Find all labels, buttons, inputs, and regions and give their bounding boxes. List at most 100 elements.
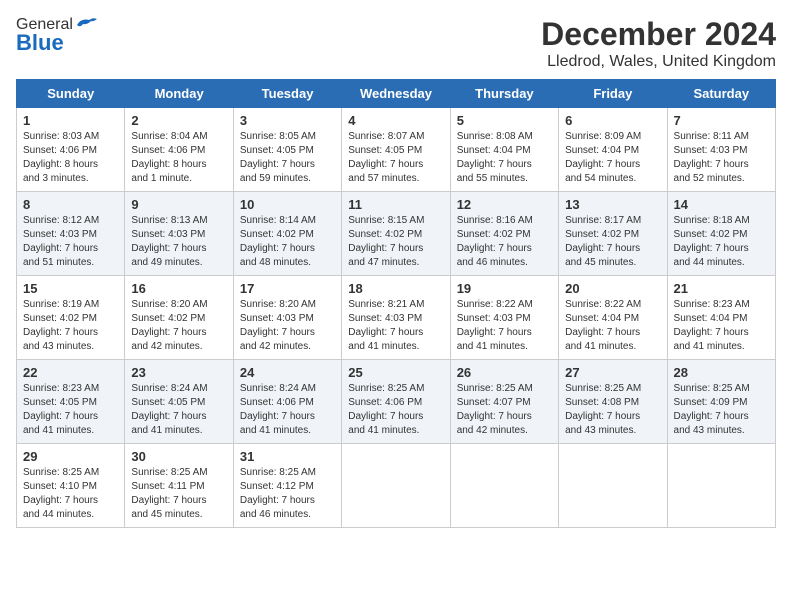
calendar-cell: 22Sunrise: 8:23 AM Sunset: 4:05 PM Dayli… <box>17 360 125 444</box>
calendar-header-saturday: Saturday <box>667 80 775 108</box>
page-title: December 2024 <box>541 16 776 53</box>
day-detail: Sunrise: 8:20 AM Sunset: 4:02 PM Dayligh… <box>131 298 226 354</box>
calendar-cell: 10Sunrise: 8:14 AM Sunset: 4:02 PM Dayli… <box>233 192 341 276</box>
logo: General Blue <box>16 16 97 56</box>
calendar-cell: 21Sunrise: 8:23 AM Sunset: 4:04 PM Dayli… <box>667 276 775 360</box>
day-detail: Sunrise: 8:16 AM Sunset: 4:02 PM Dayligh… <box>457 214 552 270</box>
day-detail: Sunrise: 8:23 AM Sunset: 4:05 PM Dayligh… <box>23 382 118 438</box>
day-number: 12 <box>457 197 552 212</box>
day-detail: Sunrise: 8:22 AM Sunset: 4:03 PM Dayligh… <box>457 298 552 354</box>
day-number: 3 <box>240 113 335 128</box>
day-detail: Sunrise: 8:22 AM Sunset: 4:04 PM Dayligh… <box>565 298 660 354</box>
calendar-cell: 5Sunrise: 8:08 AM Sunset: 4:04 PM Daylig… <box>450 108 558 192</box>
day-detail: Sunrise: 8:24 AM Sunset: 4:05 PM Dayligh… <box>131 382 226 438</box>
calendar-cell: 20Sunrise: 8:22 AM Sunset: 4:04 PM Dayli… <box>559 276 667 360</box>
day-number: 26 <box>457 365 552 380</box>
day-number: 7 <box>674 113 769 128</box>
day-number: 2 <box>131 113 226 128</box>
day-number: 17 <box>240 281 335 296</box>
logo-blue-text: Blue <box>16 30 64 56</box>
calendar-header-row: SundayMondayTuesdayWednesdayThursdayFrid… <box>17 80 776 108</box>
day-detail: Sunrise: 8:12 AM Sunset: 4:03 PM Dayligh… <box>23 214 118 270</box>
calendar-cell: 2 Sunrise: 8:04 AM Sunset: 4:06 PM Daylig… <box>125 108 233 192</box>
day-detail: Sunrise: 8:25 AM Sunset: 4:11 PM Dayligh… <box>131 466 226 522</box>
calendar-cell: 1 Sunrise: 8:03 AM Sunset: 4:06 PM Daylig… <box>17 108 125 192</box>
calendar-cell <box>450 444 558 528</box>
calendar-cell: 26 Sunrise: 8:25 AM Sunset: 4:07 PM Dayli… <box>450 360 558 444</box>
calendar-cell: 30 Sunrise: 8:25 AM Sunset: 4:11 PM Dayli… <box>125 444 233 528</box>
calendar-cell: 27 Sunrise: 8:25 AM Sunset: 4:08 PM Dayli… <box>559 360 667 444</box>
day-number: 18 <box>348 281 443 296</box>
day-detail: Sunrise: 8:15 AM Sunset: 4:02 PM Dayligh… <box>348 214 443 270</box>
day-detail: Sunrise: 8:25 AM Sunset: 4:07 PM Dayligh… <box>457 382 552 438</box>
calendar-cell: 24 Sunrise: 8:24 AM Sunset: 4:06 PM Dayli… <box>233 360 341 444</box>
calendar-cell: 4 Sunrise: 8:07 AM Sunset: 4:05 PM Daylig… <box>342 108 450 192</box>
day-number: 11 <box>348 197 443 212</box>
day-detail: Sunrise: 8:25 AM Sunset: 4:08 PM Dayligh… <box>565 382 660 438</box>
calendar-header-tuesday: Tuesday <box>233 80 341 108</box>
day-detail: Sunrise: 8:03 AM Sunset: 4:06 PM Dayligh… <box>23 130 118 186</box>
calendar-cell: 7 Sunrise: 8:11 AM Sunset: 4:03 PM Daylig… <box>667 108 775 192</box>
day-detail: Sunrise: 8:19 AM Sunset: 4:02 PM Dayligh… <box>23 298 118 354</box>
day-number: 29 <box>23 449 118 464</box>
calendar-header-thursday: Thursday <box>450 80 558 108</box>
calendar-cell: 11 Sunrise: 8:15 AM Sunset: 4:02 PM Dayli… <box>342 192 450 276</box>
calendar-cell: 16Sunrise: 8:20 AM Sunset: 4:02 PM Dayli… <box>125 276 233 360</box>
day-detail: Sunrise: 8:25 AM Sunset: 4:12 PM Dayligh… <box>240 466 335 522</box>
calendar-week-row: 8 Sunrise: 8:12 AM Sunset: 4:03 PM Daylig… <box>17 192 776 276</box>
calendar-cell: 3 Sunrise: 8:05 AM Sunset: 4:05 PM Daylig… <box>233 108 341 192</box>
day-number: 21 <box>674 281 769 296</box>
day-detail: Sunrise: 8:04 AM Sunset: 4:06 PM Dayligh… <box>131 130 226 186</box>
day-detail: Sunrise: 8:11 AM Sunset: 4:03 PM Dayligh… <box>674 130 769 186</box>
day-detail: Sunrise: 8:25 AM Sunset: 4:09 PM Dayligh… <box>674 382 769 438</box>
day-number: 27 <box>565 365 660 380</box>
calendar-cell: 13Sunrise: 8:17 AM Sunset: 4:02 PM Dayli… <box>559 192 667 276</box>
day-number: 25 <box>348 365 443 380</box>
calendar-cell: 9 Sunrise: 8:13 AM Sunset: 4:03 PM Daylig… <box>125 192 233 276</box>
day-number: 31 <box>240 449 335 464</box>
calendar-cell <box>559 444 667 528</box>
calendar-table: SundayMondayTuesdayWednesdayThursdayFrid… <box>16 79 776 528</box>
day-number: 9 <box>131 197 226 212</box>
calendar-header-wednesday: Wednesday <box>342 80 450 108</box>
day-detail: Sunrise: 8:05 AM Sunset: 4:05 PM Dayligh… <box>240 130 335 186</box>
calendar-cell: 23 Sunrise: 8:24 AM Sunset: 4:05 PM Dayli… <box>125 360 233 444</box>
calendar-cell: 18 Sunrise: 8:21 AM Sunset: 4:03 PM Dayli… <box>342 276 450 360</box>
calendar-cell: 25 Sunrise: 8:25 AM Sunset: 4:06 PM Dayli… <box>342 360 450 444</box>
day-number: 8 <box>23 197 118 212</box>
page-subtitle: Lledrod, Wales, United Kingdom <box>541 53 776 71</box>
day-number: 1 <box>23 113 118 128</box>
day-number: 24 <box>240 365 335 380</box>
calendar-week-row: 29 Sunrise: 8:25 AM Sunset: 4:10 PM Dayli… <box>17 444 776 528</box>
calendar-header-monday: Monday <box>125 80 233 108</box>
page-header: General Blue December 2024 Lledrod, Wale… <box>16 16 776 71</box>
day-detail: Sunrise: 8:25 AM Sunset: 4:06 PM Dayligh… <box>348 382 443 438</box>
calendar-cell: 8 Sunrise: 8:12 AM Sunset: 4:03 PM Daylig… <box>17 192 125 276</box>
day-detail: Sunrise: 8:13 AM Sunset: 4:03 PM Dayligh… <box>131 214 226 270</box>
day-number: 23 <box>131 365 226 380</box>
day-detail: Sunrise: 8:07 AM Sunset: 4:05 PM Dayligh… <box>348 130 443 186</box>
calendar-cell: 28 Sunrise: 8:25 AM Sunset: 4:09 PM Dayli… <box>667 360 775 444</box>
day-detail: Sunrise: 8:20 AM Sunset: 4:03 PM Dayligh… <box>240 298 335 354</box>
calendar-week-row: 15 Sunrise: 8:19 AM Sunset: 4:02 PM Dayli… <box>17 276 776 360</box>
calendar-cell: 14Sunrise: 8:18 AM Sunset: 4:02 PM Dayli… <box>667 192 775 276</box>
calendar-cell: 17 Sunrise: 8:20 AM Sunset: 4:03 PM Dayli… <box>233 276 341 360</box>
calendar-cell: 29 Sunrise: 8:25 AM Sunset: 4:10 PM Dayli… <box>17 444 125 528</box>
day-number: 4 <box>348 113 443 128</box>
calendar-cell: 15 Sunrise: 8:19 AM Sunset: 4:02 PM Dayli… <box>17 276 125 360</box>
day-number: 30 <box>131 449 226 464</box>
calendar-cell <box>342 444 450 528</box>
calendar-cell: 31 Sunrise: 8:25 AM Sunset: 4:12 PM Dayli… <box>233 444 341 528</box>
calendar-header-friday: Friday <box>559 80 667 108</box>
day-number: 5 <box>457 113 552 128</box>
day-number: 28 <box>674 365 769 380</box>
day-detail: Sunrise: 8:21 AM Sunset: 4:03 PM Dayligh… <box>348 298 443 354</box>
day-number: 10 <box>240 197 335 212</box>
calendar-cell <box>667 444 775 528</box>
day-detail: Sunrise: 8:24 AM Sunset: 4:06 PM Dayligh… <box>240 382 335 438</box>
calendar-week-row: 1 Sunrise: 8:03 AM Sunset: 4:06 PM Daylig… <box>17 108 776 192</box>
title-block: December 2024 Lledrod, Wales, United Kin… <box>541 16 776 71</box>
day-detail: Sunrise: 8:25 AM Sunset: 4:10 PM Dayligh… <box>23 466 118 522</box>
day-number: 15 <box>23 281 118 296</box>
day-number: 6 <box>565 113 660 128</box>
